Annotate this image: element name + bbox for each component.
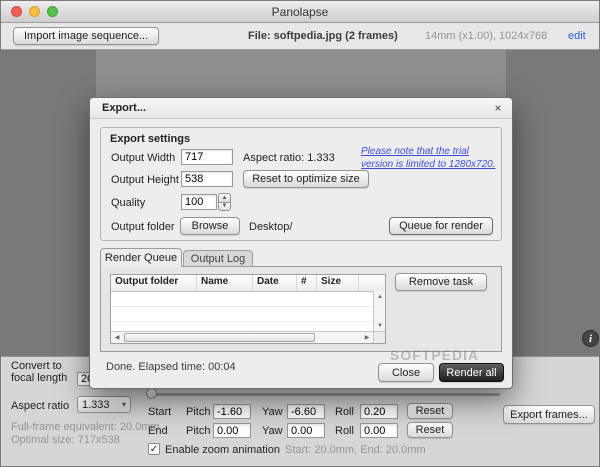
end-roll-input[interactable] bbox=[360, 423, 398, 438]
full-frame-equivalent-label: Full-frame equivalent: 20.0mm bbox=[11, 421, 160, 433]
info-button[interactable]: i bbox=[582, 330, 599, 347]
status-text: Done. Elapsed time: 00:04 bbox=[106, 361, 236, 373]
zoom-animation-label: Enable zoom animation bbox=[165, 444, 280, 456]
end-pitch-input[interactable] bbox=[213, 423, 251, 438]
col-date[interactable]: Date bbox=[253, 275, 297, 291]
render-queue-panel: Output folder Name Date # Size ▲ ▼ ◀ ▶ R… bbox=[100, 266, 502, 352]
aspect-ratio-text: Aspect ratio: 1.333 bbox=[243, 152, 335, 164]
trial-note: Please note that the trial version is li… bbox=[361, 146, 496, 170]
checkmark-icon: ✓ bbox=[149, 443, 159, 455]
info-icon: i bbox=[588, 332, 593, 345]
table-header: Output folder Name Date # Size bbox=[111, 275, 385, 292]
export-dialog-title: Export... bbox=[102, 102, 147, 114]
start-row-label: Start bbox=[148, 406, 172, 418]
output-folder-path: Desktop/ bbox=[249, 221, 293, 233]
close-icon[interactable]: × bbox=[491, 101, 505, 115]
end-reset-button[interactable]: Reset bbox=[407, 422, 453, 438]
start-roll-input[interactable] bbox=[360, 404, 398, 419]
zoom-animation-checkbox[interactable]: ✓ bbox=[148, 443, 160, 455]
zoom-range-label: Start: 20.0mm, End: 20.0mm bbox=[285, 444, 426, 456]
scroll-left-icon[interactable]: ◀ bbox=[111, 332, 123, 343]
scroll-down-icon[interactable]: ▼ bbox=[374, 320, 385, 331]
lens-info-label: 14mm (x1.00), 1024x768 bbox=[425, 30, 548, 42]
output-width-input[interactable] bbox=[181, 149, 233, 165]
tab-output-log[interactable]: Output Log bbox=[183, 250, 253, 267]
output-height-input[interactable] bbox=[181, 171, 233, 187]
close-window-icon[interactable] bbox=[11, 6, 22, 17]
stepper-up-icon[interactable]: ▲ bbox=[218, 193, 231, 202]
reset-optimize-button[interactable]: Reset to optimize size bbox=[243, 170, 369, 188]
aspect-ratio-value: 1.333 bbox=[82, 398, 110, 411]
end-row-label: End bbox=[148, 425, 168, 437]
export-dialog: Export... × Export settings Output Width… bbox=[89, 97, 513, 389]
start-roll-label: Roll bbox=[335, 406, 354, 418]
start-pitch-input[interactable] bbox=[213, 404, 251, 419]
col-number[interactable]: # bbox=[297, 275, 317, 291]
browse-button[interactable]: Browse bbox=[180, 217, 240, 235]
vertical-scrollbar[interactable]: ▲ ▼ bbox=[373, 291, 385, 331]
window-title: Panolapse bbox=[271, 5, 329, 19]
optimal-size-label: Optimal size: 717x538 bbox=[11, 434, 120, 446]
scrollbar-thumb[interactable] bbox=[124, 333, 315, 342]
col-name[interactable]: Name bbox=[197, 275, 253, 291]
render-queue-table[interactable]: Output folder Name Date # Size ▲ ▼ ◀ ▶ bbox=[110, 274, 386, 344]
timeline-slider-thumb[interactable] bbox=[146, 388, 157, 399]
remove-task-button[interactable]: Remove task bbox=[395, 273, 487, 291]
chevron-down-icon: ▾ bbox=[121, 400, 126, 409]
output-width-label: Output Width bbox=[111, 152, 176, 164]
stepper-down-icon[interactable]: ▼ bbox=[218, 201, 231, 211]
quality-input[interactable] bbox=[181, 194, 217, 210]
start-yaw-label: Yaw bbox=[262, 406, 283, 418]
table-row bbox=[111, 307, 373, 322]
start-pitch-label: Pitch bbox=[186, 406, 211, 418]
export-settings-group: Export settings Output Width Aspect rati… bbox=[100, 127, 502, 241]
end-roll-label: Roll bbox=[335, 425, 354, 437]
end-pitch-label: Pitch bbox=[186, 425, 211, 437]
start-yaw-input[interactable] bbox=[287, 404, 325, 419]
convert-focal-length-label: Convert to focal length bbox=[11, 360, 68, 384]
horizontal-scrollbar[interactable]: ◀ ▶ bbox=[111, 331, 373, 343]
quality-stepper[interactable]: ▲ ▼ bbox=[218, 193, 231, 211]
edit-link[interactable]: edit bbox=[568, 30, 586, 42]
file-label: File: softpedia.jpg (2 frames) bbox=[248, 30, 398, 42]
output-folder-label: Output folder bbox=[111, 221, 175, 233]
col-size[interactable]: Size bbox=[317, 275, 359, 291]
title-bar: Panolapse bbox=[1, 1, 599, 23]
toolbar: Import image sequence... File: softpedia… bbox=[1, 23, 599, 50]
softpedia-watermark: SOFTPEDIA bbox=[390, 347, 480, 363]
col-filler bbox=[359, 275, 385, 291]
export-settings-title: Export settings bbox=[110, 133, 191, 145]
col-output-folder[interactable]: Output folder bbox=[111, 275, 197, 291]
end-yaw-label: Yaw bbox=[262, 425, 283, 437]
zoom-window-icon[interactable] bbox=[47, 6, 58, 17]
end-yaw-input[interactable] bbox=[287, 423, 325, 438]
export-frames-button[interactable]: Export frames... bbox=[503, 405, 595, 424]
table-row bbox=[111, 292, 373, 307]
tab-render-queue[interactable]: Render Queue bbox=[100, 248, 182, 267]
start-reset-button[interactable]: Reset bbox=[407, 403, 453, 419]
import-sequence-button[interactable]: Import image sequence... bbox=[13, 27, 160, 45]
timeline-slider-track[interactable] bbox=[148, 393, 500, 396]
output-height-label: Output Height bbox=[111, 174, 179, 186]
render-all-button[interactable]: Render all bbox=[439, 363, 504, 382]
minimize-window-icon[interactable] bbox=[29, 6, 40, 17]
export-dialog-title-bar: Export... × bbox=[90, 98, 512, 119]
app-window: Panolapse Import image sequence... File:… bbox=[0, 0, 600, 467]
scroll-right-icon[interactable]: ▶ bbox=[361, 332, 373, 343]
scroll-up-icon[interactable]: ▲ bbox=[374, 291, 385, 302]
aspect-ratio-select[interactable]: 1.333 ▾ bbox=[77, 396, 131, 413]
close-button[interactable]: Close bbox=[378, 363, 434, 382]
aspect-ratio-label: Aspect ratio bbox=[11, 400, 70, 412]
quality-label: Quality bbox=[111, 197, 146, 209]
queue-for-render-button[interactable]: Queue for render bbox=[389, 217, 493, 235]
scrollbar-corner bbox=[373, 331, 385, 343]
